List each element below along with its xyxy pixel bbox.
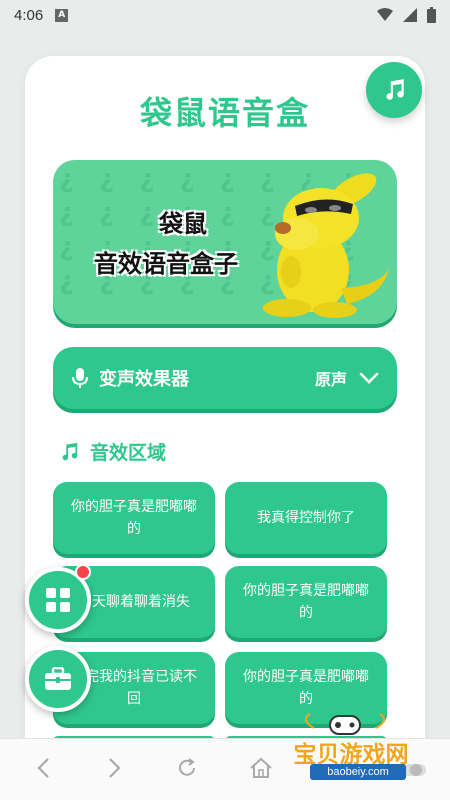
wifi-icon (377, 8, 393, 21)
music-note-icon (62, 442, 78, 460)
reload-button[interactable] (172, 753, 202, 783)
back-button[interactable] (28, 753, 58, 783)
section-title: 音效区域 (90, 442, 167, 464)
kangaroo-mascot-image (263, 173, 389, 318)
banner-title-line2: 音效语音盒子 (94, 250, 238, 278)
home-icon (250, 757, 272, 778)
banner-title-line1: 袋鼠 (159, 210, 207, 238)
music-note-icon (386, 79, 404, 100)
status-bar: 4:06 A (0, 0, 450, 30)
chevron-left-icon (37, 758, 49, 778)
chevron-down-icon (359, 372, 379, 384)
watermark-url: baobeiy.com (310, 764, 406, 780)
home-button[interactable] (246, 753, 276, 783)
signal-icon (403, 8, 417, 22)
voice-effect-selector[interactable]: 变声效果器 原声 (53, 347, 397, 409)
sound-button[interactable]: 我真得控制你了 (225, 482, 387, 554)
forward-button[interactable] (100, 753, 130, 783)
notification-badge-icon: A (55, 8, 69, 22)
voice-effect-value: 原声 (314, 370, 347, 389)
toolbox-button[interactable] (25, 646, 91, 712)
status-time: 4:06 (14, 6, 44, 24)
voice-effect-label: 变声效果器 (99, 369, 189, 390)
banner[interactable]: ¿ ¿ ¿ ¿ ¿ ¿ ¿ ¿ ¿ ¿ ¿ ¿ ¿ ¿ ¿ ¿ ¿ ¿ ¿ ¿ … (53, 160, 397, 324)
notification-dot (75, 564, 91, 580)
sound-button[interactable]: 你的胆子真是肥嘟嘟的 (225, 566, 387, 638)
refresh-icon (179, 758, 195, 776)
chevron-right-icon (109, 758, 121, 778)
toolbox-icon (45, 667, 71, 690)
grid-icon (46, 588, 70, 612)
microphone-icon (72, 368, 88, 388)
section-header: 音效区域 (58, 438, 166, 465)
music-fab-button[interactable] (366, 62, 422, 118)
sound-button[interactable]: 你的胆子真是肥嘟嘟的 (53, 482, 215, 554)
battery-icon (427, 7, 436, 23)
